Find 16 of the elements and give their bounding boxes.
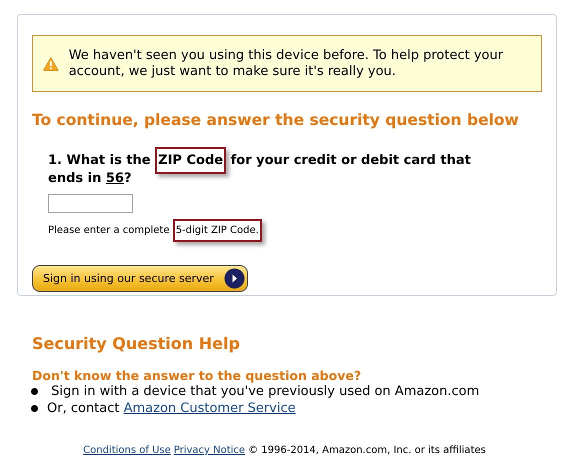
bullet-icon <box>31 388 38 395</box>
highlight-box: 5-digit ZIP Code. <box>172 219 262 242</box>
help-item: Sign in with a device that you've previously used on Amazon.com <box>50 383 480 400</box>
section-heading: To continue, please answer the security question below <box>32 110 520 131</box>
alert-message: We haven't seen you using this device before. To help protect your account, we just want to make sure it's really you. <box>68 48 504 80</box>
bullet-icon <box>31 405 38 412</box>
sign-in-button[interactable]: Sign in using our secure server <box>32 265 248 292</box>
help-heading: Security Question Help <box>32 333 241 355</box>
customer-service-link[interactable]: Amazon Customer Service <box>124 400 296 417</box>
copyright-text: © 1996-2014, Amazon.com, Inc. or its affiliates <box>248 444 486 458</box>
highlight-box: ZIP Code <box>155 147 226 174</box>
footer-link[interactable]: Privacy Notice <box>174 443 246 458</box>
help-subtitle: Don't know the answer to the question above? <box>32 368 362 383</box>
footer-link[interactable]: Conditions of Use <box>83 443 171 458</box>
answer-field[interactable] <box>48 194 133 214</box>
help-item: Or, contact <box>47 400 120 417</box>
